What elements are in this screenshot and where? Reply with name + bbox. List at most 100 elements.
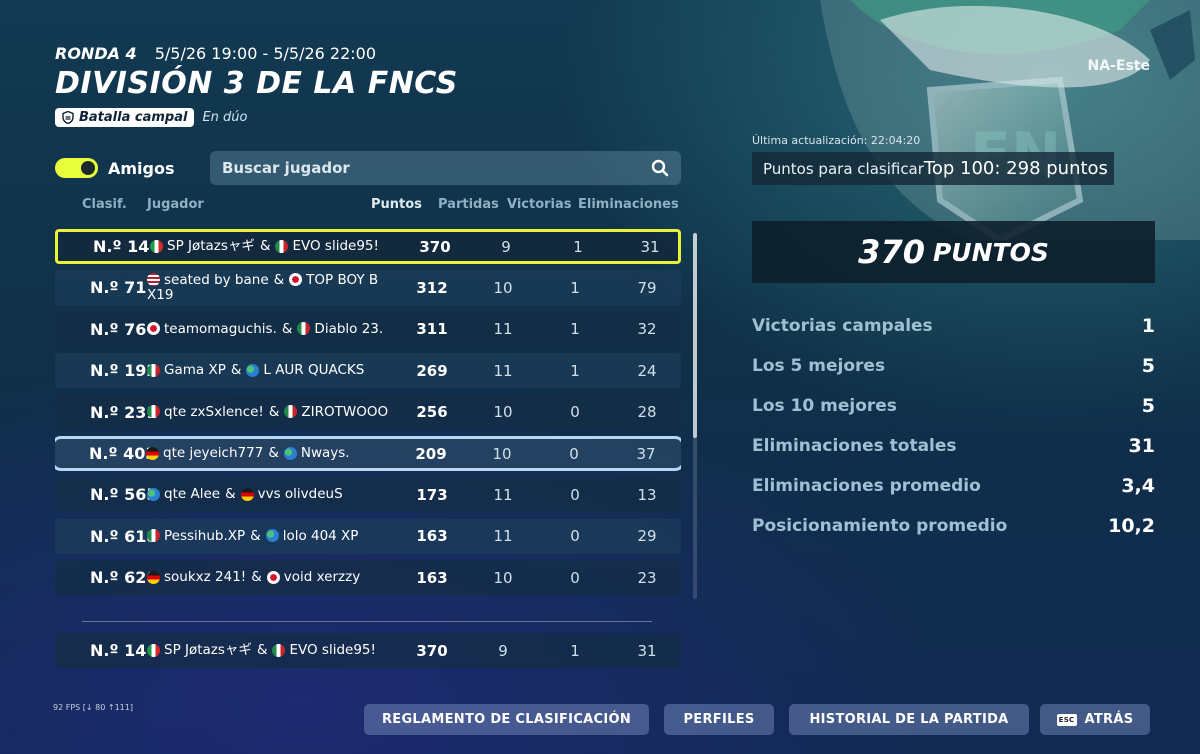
flag-icon <box>147 487 160 501</box>
player-name: Gama XP <box>164 362 226 379</box>
flag-icon <box>275 239 289 253</box>
friends-label: Amigos <box>108 158 175 178</box>
back-label: ATRÁS <box>1084 712 1134 727</box>
table-row[interactable]: N.º 565 qte Alee & vvs olivdeuS 173 11 0 13 <box>55 477 681 513</box>
col-points[interactable]: Puntos <box>371 197 422 212</box>
player-name: Nways. <box>300 445 350 461</box>
mode-subtitle: En dúo <box>202 110 248 125</box>
col-wins[interactable]: Victorias <box>507 197 572 212</box>
elims-cell: 79 <box>637 278 657 297</box>
table-row[interactable]: N.º 618 Pessihub.XP & lolo 404 XP 163 11 0 29 <box>55 518 681 554</box>
players-cell: SP Jøtazsャギ & EVO slide95! <box>150 239 405 254</box>
friends-filter[interactable]: Amigos <box>55 158 175 178</box>
table-row-own-team[interactable]: N.º 14 SP Jøtazsャギ & EVO slide95! 370 9 1 31 <box>55 229 681 264</box>
players-cell: seated by bane & TOP BOY B X19 <box>147 272 402 303</box>
stat-label: Los 10 mejores <box>752 396 897 416</box>
player-name: EVO slide95! <box>292 238 379 254</box>
table-row[interactable]: N.º 192 Gama XP & L AUR QUACKS 269 11 1 24 <box>55 353 681 389</box>
points-cell: 370 <box>419 237 451 256</box>
search-bar[interactable] <box>210 151 681 185</box>
own-team-row: N.º 14 SP Jøtazsャギ & EVO slide95! 370 9 1 31 <box>55 633 681 668</box>
matches-cell: 10 <box>493 568 513 587</box>
table-row-favorite[interactable]: N.º 403 qte jeyeich777 & Nways. 209 10 0 37 <box>55 436 681 471</box>
wins-cell: 1 <box>570 361 580 380</box>
stat-row: Los 5 mejores 5 <box>752 346 1155 386</box>
flag-icon <box>147 322 160 336</box>
flag-icon <box>240 487 254 501</box>
wins-cell: 0 <box>569 444 579 463</box>
player-name: lolo 404 XP <box>282 527 359 544</box>
rank-cell: N.º 76 <box>90 319 147 339</box>
rank-cell: N.º 71 <box>90 278 147 298</box>
matches-cell: 11 <box>493 485 513 504</box>
col-elims[interactable]: Eliminaciones <box>578 197 679 212</box>
player-name: teamomaguchis. <box>164 320 277 337</box>
player-name: ZIROTWOOO <box>301 403 389 420</box>
total-points-value: 370 <box>858 233 925 271</box>
leaderboard-scrollbar[interactable] <box>693 233 697 599</box>
flag-icon <box>246 363 260 377</box>
players-cell: qte jeyeich777 & Nways. <box>146 446 401 461</box>
stat-label: Posicionamiento promedio <box>752 516 1008 536</box>
last-updated: Última actualización: 22:04:20 <box>752 134 921 147</box>
players-cell: soukxz 241! & void xerzzy <box>147 570 402 585</box>
match-history-button[interactable]: HISTORIAL DE LA PARTIDA <box>789 704 1029 735</box>
table-row[interactable]: N.º 76 teamomaguchis. & Diablo 23. 311 11 1 32 <box>55 311 681 347</box>
total-points-unit: PUNTOS <box>932 237 1049 267</box>
flag-icon <box>147 273 160 287</box>
search-icon[interactable] <box>651 159 669 177</box>
flag-icon <box>265 529 279 543</box>
points-cell: 173 <box>416 485 448 504</box>
stat-row: Los 10 mejores 5 <box>752 386 1155 426</box>
player-separator: & <box>251 569 262 586</box>
leaderboard-list: N.º 14 SP Jøtazsャギ & EVO slide95! 370 9 1 31 N.º… <box>55 229 681 609</box>
stat-label: Eliminaciones promedio <box>752 476 981 496</box>
players-cell: qte zxSxlence! & ZIROTWOOO <box>147 403 402 420</box>
col-player[interactable]: Jugador <box>147 197 204 212</box>
stat-value: 5 <box>1141 355 1155 377</box>
table-row[interactable]: N.º 620 soukxz 241! & void xerzzy 163 10 0 23 <box>55 560 681 596</box>
rules-button[interactable]: REGLAMENTO DE CLASIFICACIÓN <box>364 704 649 735</box>
elims-cell: 29 <box>637 527 657 546</box>
player-separator: & <box>230 362 242 379</box>
flag-icon <box>147 643 160 657</box>
table-row[interactable]: N.º 71 seated by bane & TOP BOY B X19 312 10 1… <box>55 270 681 306</box>
region-label: NA-Este <box>1087 58 1150 74</box>
flag-icon <box>147 405 160 419</box>
profiles-button[interactable]: PERFILES <box>664 704 774 735</box>
flag-icon <box>283 446 297 460</box>
points-cell: 269 <box>416 361 448 380</box>
players-cell: Gama XP & L AUR QUACKS <box>147 363 402 378</box>
wins-cell: 0 <box>570 568 580 587</box>
player-name: qte Alee <box>164 486 221 503</box>
matches-cell: 11 <box>493 527 513 546</box>
flag-icon <box>272 643 286 657</box>
search-input[interactable] <box>222 159 622 177</box>
stat-value: 31 <box>1128 435 1155 457</box>
table-row[interactable]: N.º 231 qte zxSxlence! & ZIROTWOOO 256 10 0 28 <box>55 394 681 430</box>
flag-icon <box>284 405 298 419</box>
scrollbar-thumb[interactable] <box>693 233 697 438</box>
stat-label: Victorias campales <box>752 316 933 336</box>
matches-cell: 10 <box>493 278 513 297</box>
player-name: vvs olivdeuS <box>257 486 343 503</box>
table-row[interactable]: N.º 14 SP Jøtazsャギ & EVO slide95! 370 9 1 31 <box>55 633 681 668</box>
back-button[interactable]: ESC ATRÁS <box>1040 704 1150 735</box>
points-cell: 209 <box>415 444 447 463</box>
matches-cell: 11 <box>493 361 513 380</box>
mode-badge-label: Batalla campal <box>79 110 188 125</box>
shield-icon <box>62 111 74 124</box>
matches-cell: 10 <box>493 403 513 422</box>
qualify-threshold: Puntos para clasificar Top 100: 298 punt… <box>752 152 1114 185</box>
stat-row: Posicionamiento promedio 10,2 <box>752 506 1155 546</box>
round-dates: 5/5/26 19:00 - 5/5/26 22:00 <box>154 44 377 63</box>
friends-toggle[interactable] <box>55 158 98 178</box>
players-cell: qte Alee & vvs olivdeuS <box>147 487 402 502</box>
stat-value: 5 <box>1141 395 1155 417</box>
player-name: SP Jøtazsャギ <box>167 238 255 254</box>
flag-icon <box>150 239 163 253</box>
col-matches[interactable]: Partidas <box>438 197 499 212</box>
player-separator: & <box>281 320 293 337</box>
matches-cell: 9 <box>501 237 511 256</box>
col-rank[interactable]: Clasif. <box>82 197 127 212</box>
